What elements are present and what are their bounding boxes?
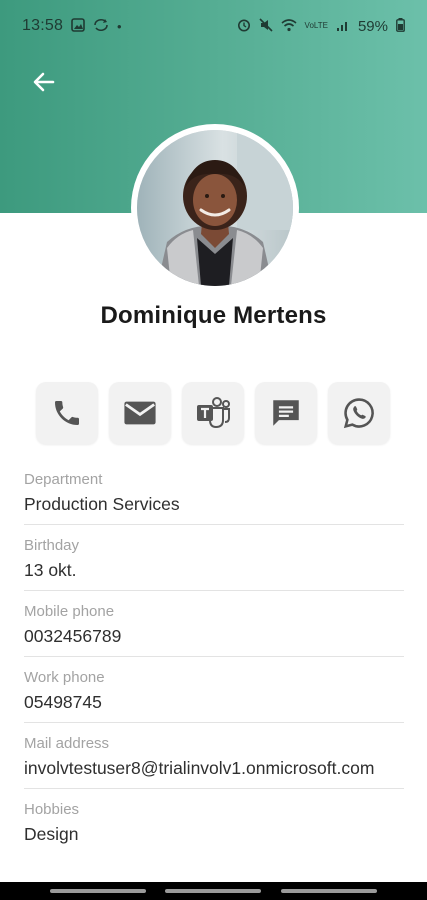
status-left: 13:58 • xyxy=(22,17,122,35)
contact-details: Department Production Services Birthday … xyxy=(24,470,404,865)
field-department: Department Production Services xyxy=(24,470,404,525)
arrow-left-icon xyxy=(33,72,55,92)
status-bar: 13:58 • VoLTE 59% xyxy=(0,0,427,52)
avatar[interactable] xyxy=(137,130,293,286)
field-value[interactable]: 0032456789 xyxy=(24,625,404,648)
battery-percentage: 59% xyxy=(357,17,388,35)
wifi-icon xyxy=(281,18,297,34)
nav-back-button[interactable] xyxy=(281,889,378,893)
status-time: 13:58 xyxy=(22,17,64,34)
nav-home-button[interactable] xyxy=(165,889,262,893)
field-value[interactable]: 05498745 xyxy=(24,691,404,714)
status-right: VoLTE 59% xyxy=(237,18,405,35)
sync-icon xyxy=(93,18,109,34)
phone-icon xyxy=(55,401,79,425)
field-birthday: Birthday 13 okt. xyxy=(24,536,404,591)
dot-icon: • xyxy=(117,18,122,34)
back-button[interactable] xyxy=(24,62,64,102)
battery-icon xyxy=(396,18,405,34)
contact-actions xyxy=(36,382,396,444)
email-button[interactable] xyxy=(109,382,171,444)
field-hobbies: Hobbies Design xyxy=(24,800,404,854)
message-button[interactable] xyxy=(255,382,317,444)
field-work-phone[interactable]: Work phone 05498745 xyxy=(24,668,404,723)
system-navigation-bar xyxy=(0,882,427,900)
whatsapp-icon xyxy=(343,398,374,429)
teams-icon xyxy=(197,397,230,429)
chat-icon xyxy=(273,400,299,426)
nav-recents-button[interactable] xyxy=(49,889,146,893)
field-value: Design xyxy=(24,824,79,844)
gallery-icon xyxy=(71,18,85,34)
field-value[interactable]: involvtestuser8@trialinvolv1.onmicrosoft… xyxy=(24,757,404,780)
field-mobile-phone[interactable]: Mobile phone 0032456789 xyxy=(24,602,404,657)
field-label: Birthday xyxy=(24,537,80,554)
field-value: Production Services xyxy=(24,494,180,514)
field-mail-address[interactable]: Mail address involvtestuser8@trialinvolv… xyxy=(24,734,404,789)
contact-name: Dominique Mertens xyxy=(100,302,327,329)
field-value: 13 okt. xyxy=(24,560,77,580)
teams-button[interactable] xyxy=(182,382,244,444)
mail-icon xyxy=(124,401,156,425)
field-label: Work phone xyxy=(24,669,105,686)
field-label: Hobbies xyxy=(24,801,80,818)
field-label: Mail address xyxy=(24,735,110,752)
field-label: Mobile phone xyxy=(24,603,115,620)
field-label: Department xyxy=(24,471,103,488)
alarm-icon xyxy=(237,18,251,34)
call-button[interactable] xyxy=(36,382,98,444)
profile-photo xyxy=(137,130,293,286)
avatar-frame xyxy=(131,124,299,292)
signal-icon xyxy=(336,19,350,34)
whatsapp-button[interactable] xyxy=(328,382,390,444)
lte-icon: VoLTE xyxy=(304,21,328,30)
mute-icon xyxy=(258,18,273,34)
